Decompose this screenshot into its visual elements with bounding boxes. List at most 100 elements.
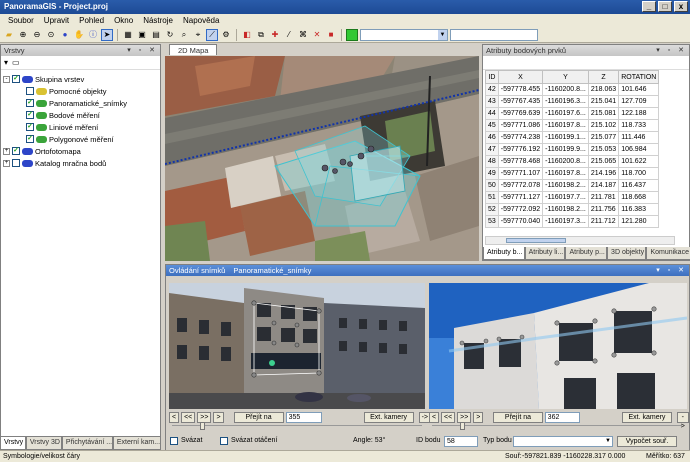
layer-visibility-checkbox[interactable]: ✓ bbox=[12, 75, 20, 83]
photo-index-field[interactable]: 355 bbox=[285, 411, 322, 423]
tab-3d-objects[interactable]: 3D objekty bbox=[607, 247, 647, 260]
sync-rotation-checkbox[interactable] bbox=[220, 437, 228, 445]
stop-icon[interactable]: ■ bbox=[325, 29, 337, 41]
table-cell[interactable]: 122.188 bbox=[618, 107, 660, 120]
table-cell[interactable]: 49 bbox=[485, 167, 499, 180]
table-cell[interactable]: -597769.639 bbox=[497, 107, 544, 120]
refresh-icon[interactable]: ↻ bbox=[164, 29, 176, 41]
photo-index-field[interactable]: 362 bbox=[544, 411, 581, 423]
pan-hand-icon[interactable]: ✋ bbox=[73, 29, 85, 41]
goto-button[interactable]: Přejít na bbox=[493, 411, 543, 423]
left-photo-slider[interactable] bbox=[172, 422, 422, 431]
table-row[interactable]: 50 -597772.078 -1160198.2... 214.187 116.437 bbox=[485, 179, 660, 192]
column-header[interactable]: Y bbox=[542, 70, 589, 84]
table-cell[interactable]: 42 bbox=[485, 83, 499, 96]
first-photo-button[interactable]: << bbox=[181, 411, 196, 423]
external-camera-button[interactable]: Ext. kamery bbox=[363, 411, 414, 423]
layer-tree-item[interactable]: ✓ Liniové měření bbox=[3, 121, 158, 133]
layer-tree-item[interactable]: ✓ Bodové měření bbox=[3, 109, 158, 121]
goto-button[interactable]: Přejít na bbox=[233, 411, 284, 423]
grid-icon[interactable]: ▤ bbox=[150, 29, 162, 41]
table-cell[interactable]: -597767.435 bbox=[497, 95, 544, 108]
expander-icon[interactable]: + bbox=[3, 159, 10, 167]
menu-edit[interactable]: Upravit bbox=[44, 14, 69, 27]
table-cell[interactable]: -1160199.1... bbox=[542, 131, 589, 144]
tab-point-attributes[interactable]: Atributy b... bbox=[483, 247, 525, 260]
maximize-button[interactable]: □ bbox=[658, 1, 672, 12]
table-icon[interactable]: ▦ bbox=[122, 29, 134, 41]
table-cell[interactable]: -597771.086 bbox=[497, 119, 544, 132]
table-cell[interactable]: 111.446 bbox=[618, 131, 660, 144]
window-icon[interactable]: ▣ bbox=[136, 29, 148, 41]
horizontal-scrollbar[interactable] bbox=[485, 236, 675, 245]
snap-icon[interactable]: ⌖ bbox=[192, 29, 204, 41]
compute-coordinates-button[interactable]: Vypočet souř. bbox=[617, 436, 677, 447]
column-header[interactable]: ROTATION bbox=[618, 70, 660, 84]
symbol-combo[interactable] bbox=[450, 28, 538, 41]
table-cell[interactable]: -1160197.7... bbox=[542, 191, 589, 204]
table-cell[interactable]: -1160198.2... bbox=[542, 179, 589, 192]
camera-arrow-button[interactable]: -> bbox=[676, 411, 690, 430]
right-photo-slider[interactable] bbox=[432, 422, 682, 431]
table-cell[interactable]: -1160198.2... bbox=[542, 203, 589, 216]
table-cell[interactable]: 215.081 bbox=[587, 107, 620, 120]
table-cell[interactable]: 118.700 bbox=[618, 167, 660, 180]
zoom-out-icon[interactable]: ⊖ bbox=[31, 29, 43, 41]
table-cell[interactable]: 215.065 bbox=[587, 155, 620, 168]
add-point-icon[interactable]: ✚ bbox=[269, 29, 281, 41]
table-cell[interactable]: 116.437 bbox=[618, 179, 660, 192]
table-cell[interactable]: 47 bbox=[485, 143, 499, 156]
tab-snapping[interactable]: Přichytávání ... bbox=[61, 437, 113, 450]
measure-icon[interactable]: ⟋ bbox=[206, 28, 218, 41]
sync-checkbox[interactable] bbox=[170, 437, 178, 445]
scrollbar-thumb[interactable] bbox=[506, 238, 566, 243]
minimize-button[interactable]: _ bbox=[642, 1, 656, 12]
table-row[interactable]: 48 -597778.468 -1160200.8... 215.065 101.622 bbox=[485, 155, 660, 168]
table-cell[interactable]: -597772.092 bbox=[497, 203, 544, 216]
table-row[interactable]: 45 -597771.086 -1160197.8... 215.102 118.733 bbox=[485, 119, 660, 132]
table-cell[interactable]: 48 bbox=[485, 155, 499, 168]
expander-icon[interactable]: + bbox=[3, 147, 10, 155]
panorama-image-right[interactable] bbox=[429, 283, 687, 409]
clip-icon[interactable]: ⧉ bbox=[255, 29, 267, 41]
layer-options-icon[interactable]: ▭ bbox=[12, 58, 20, 67]
map-view[interactable] bbox=[165, 56, 479, 261]
table-cell[interactable]: -1160197.3... bbox=[542, 215, 589, 228]
prev-photo-button[interactable]: < bbox=[169, 411, 180, 423]
tab-polygon-attributes[interactable]: Atributy p... bbox=[565, 247, 608, 260]
table-cell[interactable]: 45 bbox=[485, 119, 499, 132]
layer-visibility-checkbox[interactable] bbox=[12, 159, 20, 167]
panel-controls[interactable]: ▾ ▫ ✕ bbox=[656, 45, 687, 56]
open-folder-icon[interactable]: ▰ bbox=[3, 29, 15, 41]
table-cell[interactable]: 211.756 bbox=[587, 203, 620, 216]
fast-forward-button[interactable]: >> bbox=[457, 411, 472, 423]
layer-tree-item[interactable]: + Katalog mračna bodů bbox=[3, 157, 158, 169]
table-row[interactable]: 51 -597771.127 -1160197.7... 211.781 118.668 bbox=[485, 191, 660, 204]
camera-red-icon[interactable]: ◧ bbox=[241, 29, 253, 41]
layer-combo[interactable]: ▼ bbox=[360, 28, 448, 41]
slider-knob[interactable] bbox=[200, 422, 205, 430]
layer-tree-item[interactable]: ✓ Polygonové měření bbox=[3, 133, 158, 145]
close-button[interactable]: x bbox=[674, 1, 688, 12]
table-cell[interactable]: 116.383 bbox=[618, 203, 660, 216]
next-photo-button[interactable]: > bbox=[473, 411, 484, 423]
table-row[interactable]: 44 -597769.639 -1160197.6... 215.081 122.188 bbox=[485, 107, 660, 120]
globe-icon[interactable]: ● bbox=[59, 29, 71, 41]
attributes-table[interactable]: ID X Y Z ROTATION 42 -597778.455 -1160200.8...… bbox=[485, 70, 660, 228]
layer-visibility-checkbox[interactable]: ✓ bbox=[26, 123, 34, 131]
panel-controls[interactable]: ▾ ▫ ✕ bbox=[127, 45, 158, 56]
table-row[interactable]: 47 -597776.192 -1160199.9... 215.053 106.984 bbox=[485, 143, 660, 156]
table-cell[interactable]: -597772.078 bbox=[497, 179, 544, 192]
table-cell[interactable]: -597774.238 bbox=[497, 131, 544, 144]
menu-view[interactable]: Pohled bbox=[79, 14, 104, 27]
menu-help[interactable]: Napověda bbox=[183, 14, 219, 27]
table-row[interactable]: 53 -597770.040 -1160197.3... 211.712 121.280 bbox=[485, 215, 660, 228]
zoom-in-icon[interactable]: ⊕ bbox=[17, 29, 29, 41]
table-cell[interactable]: -597771.127 bbox=[497, 191, 544, 204]
table-cell[interactable]: 101.622 bbox=[618, 155, 660, 168]
layer-visibility-checkbox[interactable]: ✓ bbox=[26, 111, 34, 119]
table-cell[interactable]: 118.668 bbox=[618, 191, 660, 204]
table-cell[interactable]: 118.733 bbox=[618, 119, 660, 132]
table-cell[interactable]: -1160197.8... bbox=[542, 119, 589, 132]
table-cell[interactable]: 121.280 bbox=[618, 215, 660, 228]
